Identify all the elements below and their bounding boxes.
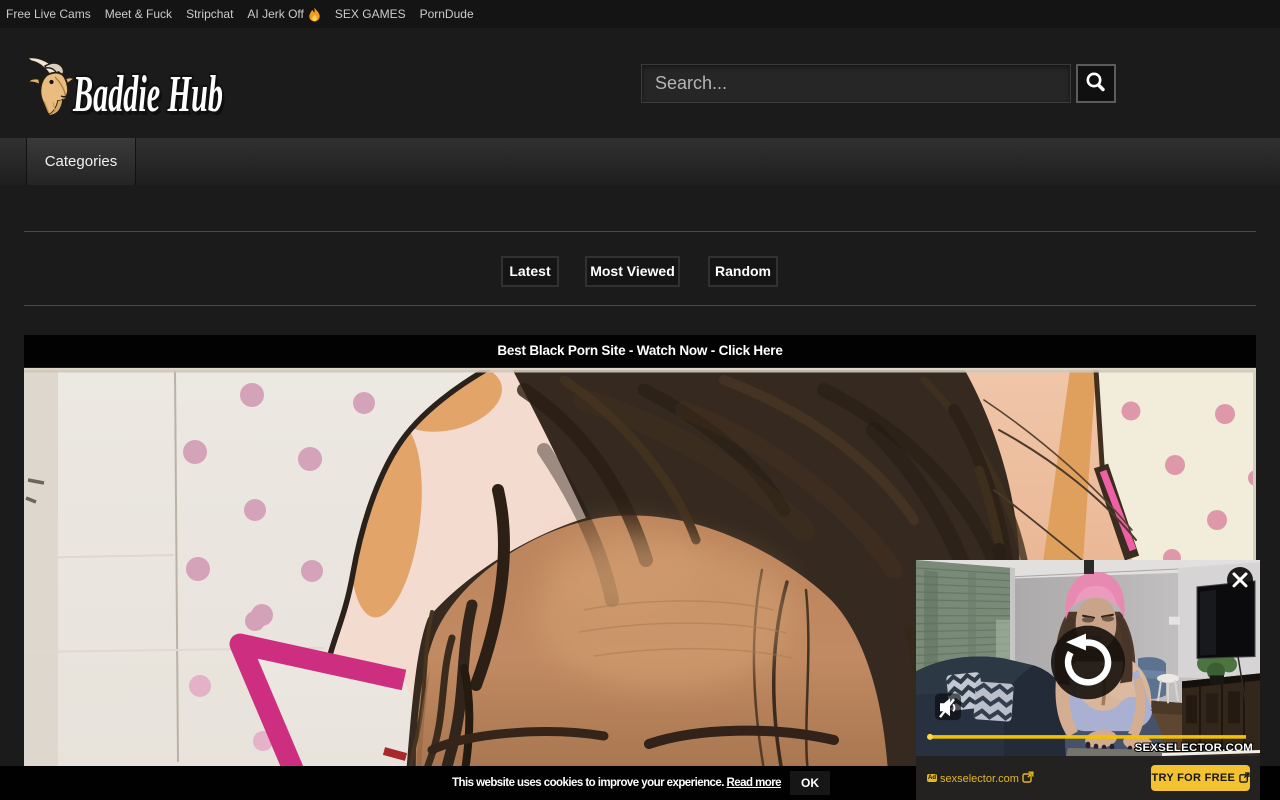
- svg-text:Baddie Hub: Baddie Hub: [72, 66, 223, 123]
